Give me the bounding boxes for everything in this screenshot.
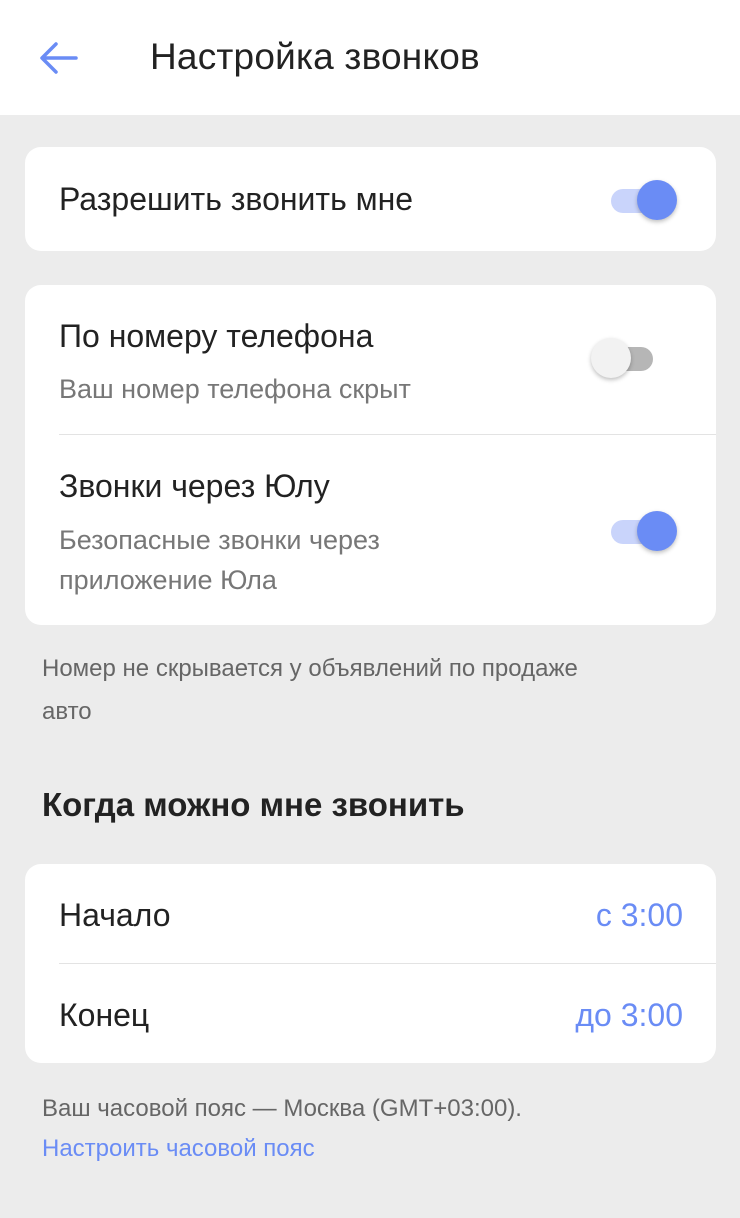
arrow-left-icon [40,42,78,74]
phone-number-row[interactable]: По номеру телефона Ваш номер телефона ск… [25,285,716,435]
phone-number-title: По номеру телефона [59,318,374,354]
yula-calls-subtitle-line2: приложение Юла [59,565,277,595]
phone-number-toggle[interactable] [591,336,663,380]
phone-number-subtitle: Ваш номер телефона скрыт [59,374,411,404]
number-visibility-note-line1: Номер не скрывается у объявлений по прод… [42,655,578,682]
call-options-card: По номеру телефона Ваш номер телефона ск… [25,285,716,625]
allow-calls-row[interactable]: Разрешить звонить мне [25,147,716,251]
yula-calls-toggle[interactable] [607,509,679,553]
start-time-label: Начало [59,897,171,933]
page-title: Настройка звонков [150,36,480,77]
end-time-row[interactable]: Конец до 3:00 [25,964,716,1063]
schedule-section-title: Когда можно мне звонить [42,786,465,823]
toggle-thumb [637,511,677,551]
schedule-card: Начало с 3:00 Конец до 3:00 [25,864,716,1063]
allow-calls-label: Разрешить звонить мне [59,181,414,217]
yula-calls-title: Звонки через Юлу [59,468,330,504]
app-header: Настройка звонков [0,0,740,115]
number-visibility-note-line2: авто [42,698,92,725]
toggle-thumb [591,338,631,378]
allow-calls-card: Разрешить звонить мне [25,147,716,251]
start-time-value[interactable]: с 3:00 [596,897,683,934]
end-time-label: Конец [59,997,150,1033]
yula-calls-row[interactable]: Звонки через Юлу Безопасные звонки через… [25,435,716,625]
allow-calls-toggle[interactable] [607,178,679,222]
start-time-row[interactable]: Начало с 3:00 [25,864,716,964]
timezone-text: Ваш часовой пояс — Москва (GMT+03:00). [42,1095,522,1122]
end-time-value[interactable]: до 3:00 [575,997,683,1034]
back-button[interactable] [36,38,80,78]
yula-calls-subtitle-line1: Безопасные звонки через [59,525,380,555]
toggle-thumb [637,180,677,220]
configure-timezone-link[interactable]: Настроить часовой пояс [42,1128,315,1170]
